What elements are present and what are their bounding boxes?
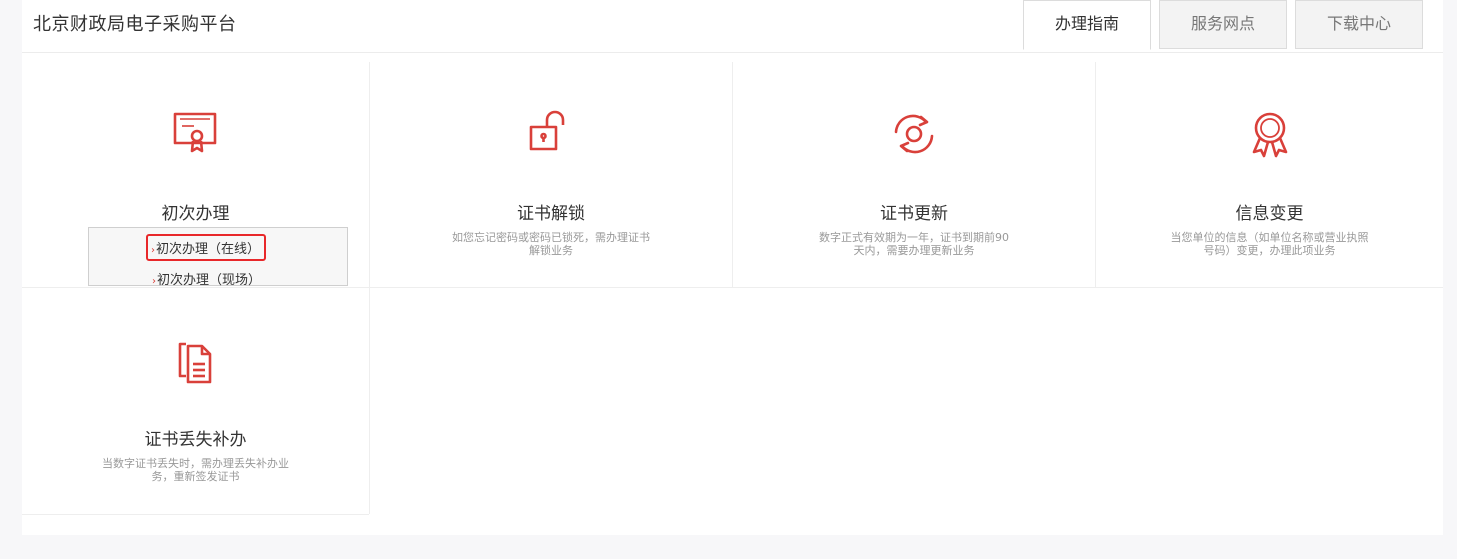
card-certificate-renewal[interactable]: 证书更新 数字正式有效期为一年，证书到期前90天内，需要办理更新业务 bbox=[733, 62, 1095, 287]
initial-application-dropdown: ›初次办理（在线） ›初次办理（现场） bbox=[88, 227, 348, 288]
dropdown-item-online[interactable]: ›初次办理（在线） bbox=[146, 234, 267, 261]
card-description: 当数字证书丢失时，需办理丢失补办业务，重新签发证书 bbox=[102, 457, 289, 483]
refresh-icon bbox=[888, 108, 940, 160]
site-title: 北京财政局电子采购平台 bbox=[33, 14, 237, 35]
chevron-right-icon: › bbox=[151, 245, 155, 256]
card-information-change[interactable]: 信息变更 当您单位的信息（如单位名称或营业执照号码）变更，办理此项业务 bbox=[1096, 62, 1443, 287]
card-description: 当您单位的信息（如单位名称或营业执照号码）变更，办理此项业务 bbox=[1170, 231, 1369, 257]
divider bbox=[22, 514, 369, 515]
tab-download-center[interactable]: 下载中心 bbox=[1295, 0, 1423, 49]
card-title: 信息变更 bbox=[1235, 204, 1304, 224]
dropdown-item-label: 初次办理（现场） bbox=[157, 273, 262, 288]
card-title: 证书丢失补办 bbox=[144, 430, 247, 450]
card-title: 证书更新 bbox=[880, 204, 948, 224]
unlock-icon bbox=[525, 107, 577, 159]
card-certificate-replacement[interactable]: 证书丢失补办 当数字证书丢失时，需办理丢失补办业务，重新签发证书 bbox=[22, 288, 369, 514]
tab-service-points[interactable]: 服务网点 bbox=[1159, 0, 1287, 49]
tab-guide[interactable]: 办理指南 bbox=[1023, 0, 1151, 50]
card-title: 证书解锁 bbox=[517, 204, 585, 224]
certificate-icon bbox=[170, 106, 222, 158]
award-ribbon-icon bbox=[1244, 108, 1296, 160]
header: 北京财政局电子采购平台 办理指南 服务网点 下载中心 bbox=[22, 0, 1443, 53]
dropdown-item-onsite[interactable]: ›初次办理（现场） bbox=[152, 269, 261, 288]
card-title: 初次办理 bbox=[161, 204, 230, 224]
main-panel: 北京财政局电子采购平台 办理指南 服务网点 下载中心 初次办理 ›初次办理（在线… bbox=[22, 0, 1443, 535]
card-certificate-unlock[interactable]: 证书解锁 如您忘记密码或密码已锁死，需办理证书解锁业务 bbox=[370, 62, 732, 287]
card-description: 如您忘记密码或密码已锁死，需办理证书解锁业务 bbox=[452, 231, 650, 257]
card-description: 数字正式有效期为一年，证书到期前90天内，需要办理更新业务 bbox=[819, 231, 1009, 257]
document-copy-icon bbox=[170, 336, 222, 388]
dropdown-item-label: 初次办理（在线） bbox=[156, 242, 261, 257]
chevron-right-icon: › bbox=[152, 276, 156, 287]
page: 北京财政局电子采购平台 办理指南 服务网点 下载中心 初次办理 ›初次办理（在线… bbox=[0, 0, 1457, 559]
